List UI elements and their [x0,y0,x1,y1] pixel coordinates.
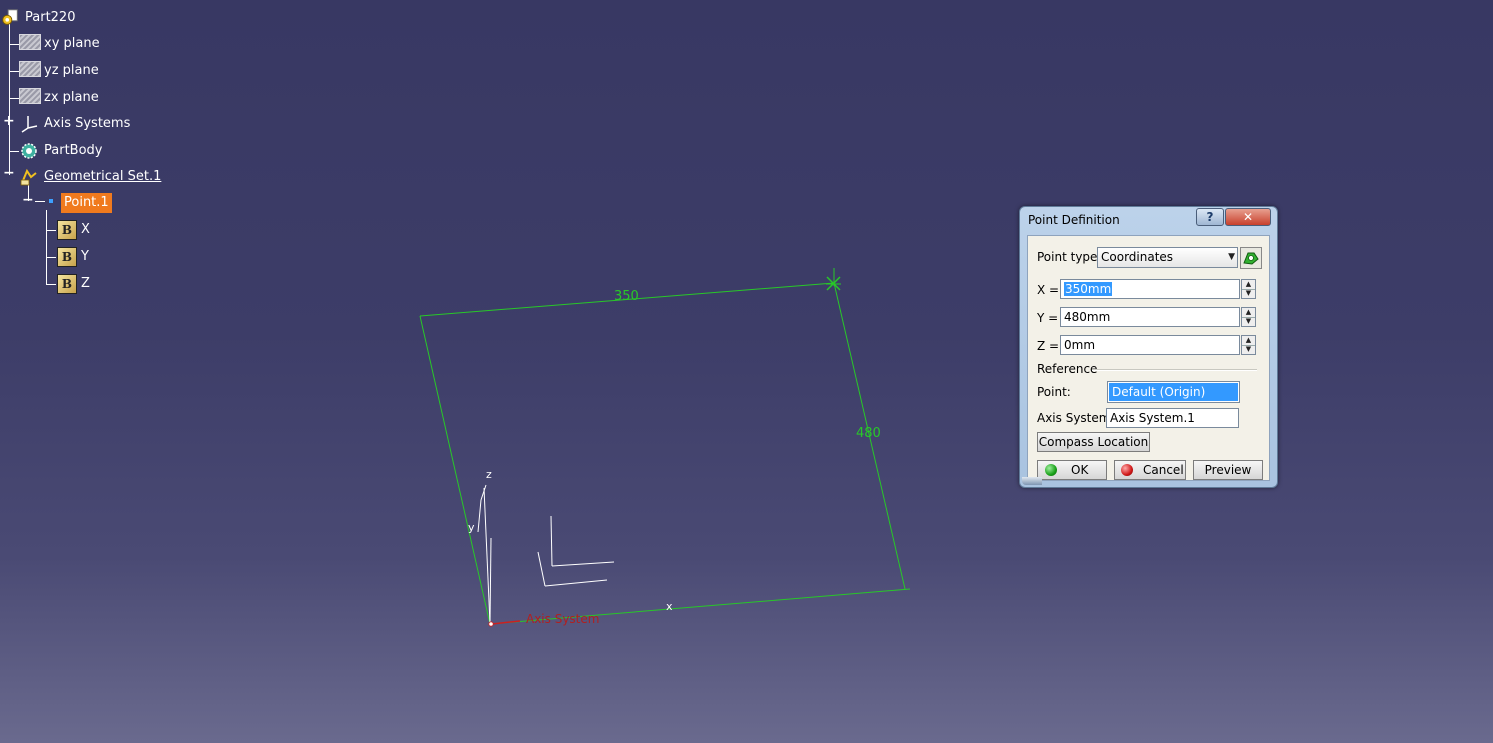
y-label: Y = [1037,311,1059,325]
tree-item-yz-plane[interactable]: yz plane [19,61,129,81]
dimension-480-label[interactable]: 480 [856,426,881,441]
spin-down-icon[interactable]: ▼ [1242,317,1255,326]
point-type-value: Coordinates [1101,250,1174,264]
tree-item-part220[interactable]: Part220 [0,8,120,28]
preview-button[interactable]: Preview [1193,460,1263,480]
cancel-label: Cancel [1143,463,1184,477]
tree-item-zx-plane[interactable]: zx plane [19,88,129,108]
ok-button[interactable]: OK [1037,460,1107,480]
tree-label-param-y: Y [81,249,89,264]
spin-down-icon[interactable]: ▼ [1242,345,1255,354]
point-type-select[interactable]: Coordinates ▼ [1097,247,1238,268]
parameter-icon: B [57,247,77,267]
tree-item-geometrical-set[interactable]: Geometrical Set.1 [19,167,162,187]
axis-system-value: Axis System.1 [1110,411,1195,425]
chevron-down-icon: ▼ [1228,252,1235,262]
axis-z-label: z [486,468,492,481]
axis-system-field[interactable]: Axis System.1 [1106,408,1239,428]
x-input[interactable]: 350mm [1060,279,1240,299]
tree-label-point1: Point.1 [61,193,112,213]
tree-label-zx-plane: zx plane [44,90,99,105]
sketcher-icon[interactable] [1240,247,1262,269]
z-input[interactable]: 0mm [1060,335,1240,355]
y-input[interactable]: 480mm [1060,307,1240,327]
collapse-minus-icon[interactable]: − [3,166,15,180]
axis-system-triad[interactable] [477,484,615,625]
plane-icon [19,34,41,50]
dialog-title: Point Definition [1028,213,1120,227]
z-spinner[interactable]: ▲ ▼ [1241,335,1256,355]
parameter-icon: B [57,220,77,240]
tree-label-xy-plane: xy plane [44,36,100,51]
tree-label-param-z: Z [81,276,90,291]
tree-label-param-x: X [81,222,90,237]
tree-item-xy-plane[interactable]: xy plane [19,34,129,54]
cancel-red-icon [1121,464,1133,476]
axis-system-icon [21,116,38,133]
spin-down-icon[interactable]: ▼ [1242,289,1255,298]
collapse-minus-icon[interactable]: − [22,193,34,207]
tree-label-partbody: PartBody [44,143,103,158]
reference-point-label: Point: [1037,385,1071,399]
plane-icon [19,88,41,104]
dialog-titlebar[interactable]: Point Definition ? ✕ [1020,207,1277,233]
cancel-button[interactable]: Cancel [1114,460,1186,480]
point-marker[interactable] [826,268,841,291]
geometrical-set-icon [20,168,37,186]
x-label: X = [1037,283,1060,297]
z-value: 0mm [1064,338,1096,352]
axis-system-label: Axis System: [1037,411,1115,425]
tree-item-point1[interactable]: Point.1 [44,193,124,213]
x-value: 350mm [1064,282,1113,296]
plane-icon [19,61,41,77]
z-label: Z = [1037,339,1060,353]
preview-label: Preview [1204,463,1252,477]
point-definition-dialog[interactable]: Point Definition ? ✕ Point type: Coordin… [1019,206,1278,488]
point-type-label: Point type: [1037,250,1102,264]
x-spinner[interactable]: ▲ ▼ [1241,279,1256,299]
ok-label: OK [1071,463,1089,477]
tree-label-yz-plane: yz plane [44,63,99,78]
compass-location-label: Compass Location [1038,435,1149,449]
help-button[interactable]: ? [1196,208,1224,226]
partbody-gear-icon [21,143,37,159]
axis-system-name-label: Axis System [526,612,599,626]
tree-item-param-z[interactable]: B Z [57,274,107,294]
origin-axis-stub [491,620,521,625]
tree-item-axis-systems[interactable]: Axis Systems [19,114,139,134]
reference-point-value: Default (Origin) [1112,385,1206,399]
tree-item-param-x[interactable]: B X [57,220,107,240]
parameter-icon: B [57,274,77,294]
tree-item-partbody[interactable]: PartBody [19,141,129,161]
close-button[interactable]: ✕ [1225,208,1271,226]
expand-plus-icon[interactable]: + [3,114,15,128]
y-value: 480mm [1064,310,1111,324]
ok-green-icon [1045,464,1057,476]
reference-group-divider [1092,369,1257,371]
dialog-corner-grip [1022,477,1042,485]
specification-tree: Part220 xy plane yz plane zx plane + Axi… [0,0,220,300]
axis-x-label: x [666,600,673,613]
dimension-350-label[interactable]: 350 [614,289,639,304]
tree-label-geometrical-set: Geometrical Set.1 [44,169,162,184]
compass-location-button[interactable]: Compass Location [1037,432,1150,452]
axis-y-label: y [468,521,475,534]
sketch-line-left[interactable] [419,315,491,625]
reference-point-field[interactable]: Default (Origin) [1107,381,1240,403]
tree-item-param-y[interactable]: B Y [57,247,107,267]
y-spinner[interactable]: ▲ ▼ [1241,307,1256,327]
origin-point[interactable] [488,621,494,627]
reference-group-label: Reference [1037,362,1098,376]
dialog-body: Point type: Coordinates ▼ X = 350mm ▲ ▼ … [1027,235,1270,481]
tree-label-part220: Part220 [25,10,76,25]
tree-label-axis-systems: Axis Systems [44,116,131,131]
part-gear-icon [2,9,18,25]
